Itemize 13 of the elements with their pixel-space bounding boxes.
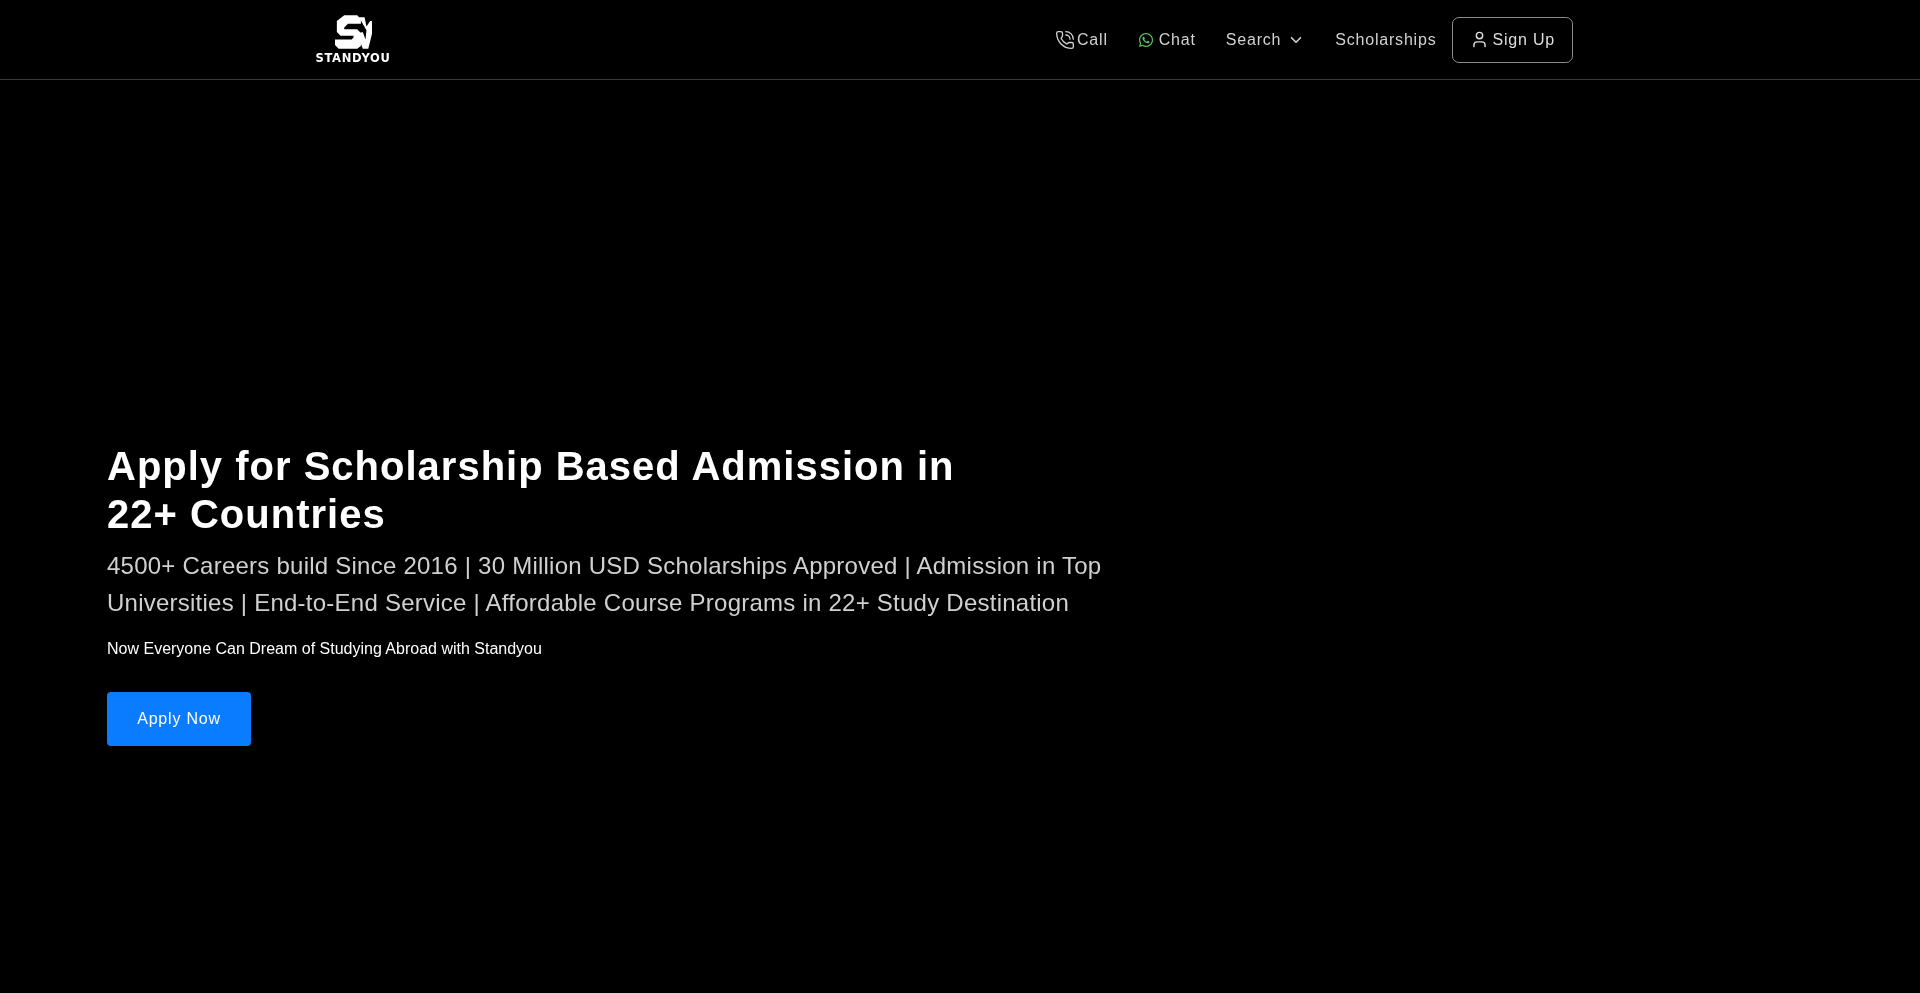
logo-icon xyxy=(334,15,372,49)
call-link[interactable]: Call xyxy=(1055,27,1108,52)
logo[interactable]: STANDYOU xyxy=(312,14,394,65)
sign-up-button[interactable]: Sign Up xyxy=(1452,16,1573,63)
hero-subtitle: 4500+ Careers build Since 2016 | 30 Million USD Scholarships Approved | Admission in Top Universities | End-to-End Service | Affordable Course Programs in 22+ Study Destination xyxy=(107,551,1103,618)
hero-title: Apply for Scholarship Based Admission in 22+ Countries xyxy=(107,443,956,538)
hero-tagline: Now Everyone Can Dream of Studying Abroad with Standyou xyxy=(107,639,542,659)
phone-icon xyxy=(1055,29,1075,50)
apply-now-button[interactable]: Apply Now xyxy=(107,692,251,746)
search-dropdown[interactable]: Search xyxy=(1225,27,1306,52)
chat-bubble-icon xyxy=(1137,31,1154,48)
nav-link[interactable]: Scholarships xyxy=(1335,27,1437,52)
chat-link[interactable]: Chat xyxy=(1137,27,1196,52)
